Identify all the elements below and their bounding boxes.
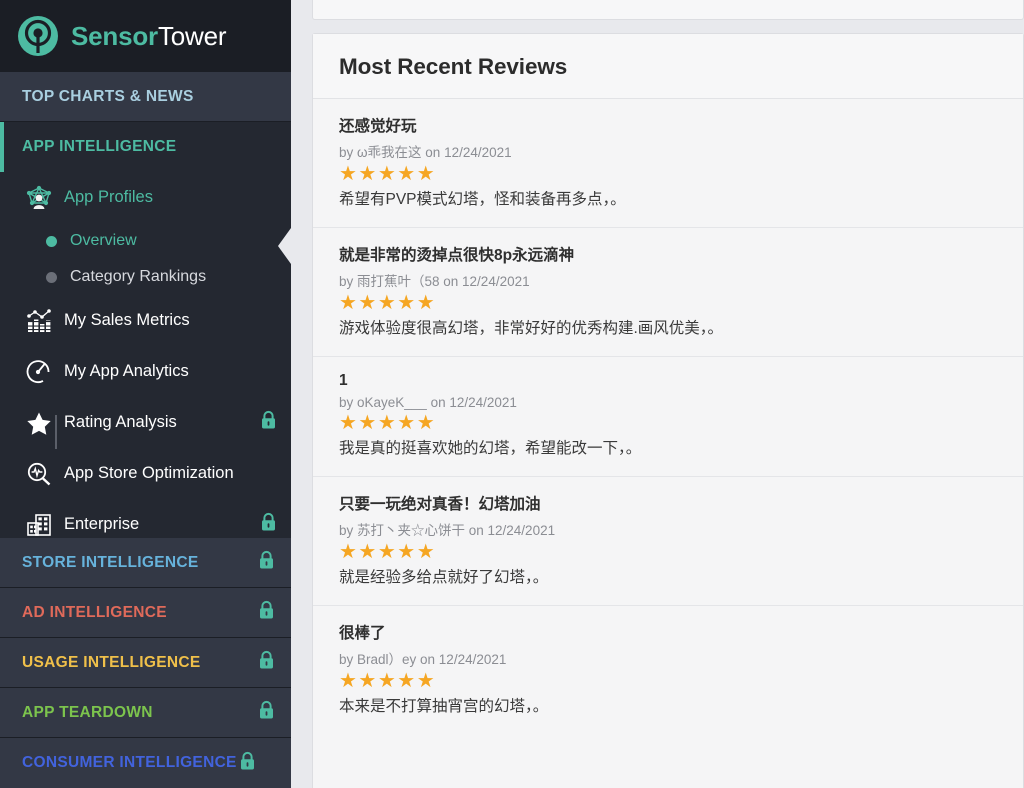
sidebar-item-label: Enterprise <box>64 515 140 533</box>
app-window: SensorTower TOP CHARTS & NEWS APP INTELL… <box>0 0 1024 788</box>
sidebar-section-label: CONSUMER INTELLIGENCE <box>22 754 237 771</box>
review-body: 游戏体验度很高幻塔，非常好好的优秀构建.画风优美，。 <box>339 319 724 337</box>
sidebar-item-category-rankings[interactable]: Category Rankings <box>0 259 291 295</box>
sensor-tower-logo-icon <box>16 14 60 58</box>
review-meta: by ω乖我在这 on 12/24/2021 <box>339 145 512 160</box>
review-body: 本来是不打算抽宵宫的幻塔，。 <box>339 697 549 715</box>
sidebar: SensorTower TOP CHARTS & NEWS APP INTELL… <box>0 0 291 788</box>
network-profile-icon <box>22 183 56 213</box>
sidebar-item-app-store-optimization[interactable]: App Store Optimization <box>0 448 291 499</box>
review-meta: by Bradl）ey on 12/24/2021 <box>339 651 507 667</box>
sidebar-section-label: USAGE INTELLIGENCE <box>22 653 201 671</box>
review-title: 很棒了 <box>339 624 386 642</box>
review-title: 还感觉好玩 <box>339 118 417 135</box>
review-item: 就是非常的烫掉点很快8p永远滴神 by 雨打蕉叶（58 on 12/24/2021… <box>313 227 1023 357</box>
sidebar-section-app-teardown[interactable]: APP TEARDOWN <box>0 688 291 738</box>
sidebar-item-my-sales-metrics[interactable]: My Sales Metrics <box>0 295 291 346</box>
review-meta: by oKayeK___ on 12/24/2021 <box>339 394 517 410</box>
sidebar-section-label: TOP CHARTS & NEWS <box>22 87 194 105</box>
lock-icon <box>239 751 256 776</box>
bullet-dot-icon <box>46 235 57 247</box>
lock-icon <box>258 700 275 725</box>
review-meta: by 苏打丶夹☆心饼干 on 12/24/2021 <box>339 522 556 538</box>
sidebar-section-label: STORE INTELLIGENCE <box>22 553 199 571</box>
speedometer-icon <box>22 357 56 387</box>
sidebar-item-label: Rating Analysis <box>64 413 177 431</box>
sidebar-item-label: Overview <box>70 232 137 249</box>
sidebar-section-app-intelligence[interactable]: APP INTELLIGENCE <box>0 122 291 172</box>
star-icon <box>22 408 56 438</box>
review-title: 就是非常的烫掉点很快8p永远滴神 <box>339 246 575 264</box>
bar-chart-icon <box>22 306 56 336</box>
review-title: 只要一玩绝对真香！幻塔加油 <box>339 495 541 513</box>
sidebar-item-rating-analysis[interactable]: Rating Analysis <box>0 397 291 448</box>
lock-icon <box>258 600 275 625</box>
bullet-dot-icon <box>46 271 57 283</box>
sidebar-item-label: App Store Optimization <box>64 464 234 482</box>
sidebar-section-label: APP TEARDOWN <box>22 703 153 721</box>
brand-name-bold: Sensor <box>71 20 158 51</box>
sidebar-item-label: My Sales Metrics <box>64 311 190 329</box>
sidebar-bottom-sections: STORE INTELLIGENCE AD INTELLIGENCE USAGE… <box>0 538 291 788</box>
review-body: 希望有PVP模式幻塔，怪和装备再多点，。 <box>339 191 626 208</box>
sidebar-subnav: App Profiles Overview Category Rankings <box>0 172 291 556</box>
most-recent-reviews-panel: Most Recent Reviews 还感觉好玩 by ω乖我在这 on 12/… <box>312 33 1024 788</box>
lock-icon <box>258 650 275 675</box>
lock-icon <box>260 410 277 435</box>
sidebar-section-top-charts-news[interactable]: TOP CHARTS & NEWS <box>0 72 291 122</box>
review-rating-stars: ★★★★★ <box>339 163 437 185</box>
review-item: 还感觉好玩 by ω乖我在这 on 12/24/2021 ★★★★★ 希望有PVP模式… <box>313 99 1023 228</box>
sidebar-section-consumer-intelligence[interactable]: CONSUMER INTELLIGENCE <box>0 738 291 788</box>
lock-icon <box>258 550 275 575</box>
review-meta: by 雨打蕉叶（58 on 12/24/2021 <box>339 273 530 289</box>
review-item: 只要一玩绝对真香！幻塔加油 by 苏打丶夹☆心饼干 on 12/24/2021 ★★… <box>313 476 1023 606</box>
sidebar-item-app-profiles[interactable]: App Profiles <box>0 172 291 223</box>
review-item: 很棒了 by Bradl）ey on 12/24/2021 ★★★★★ 本来是不打算抽… <box>313 605 1023 734</box>
sidebar-section-store-intelligence[interactable]: STORE INTELLIGENCE <box>0 538 291 588</box>
previous-panel-bottom-edge <box>312 0 1024 20</box>
panel-header: Most Recent Reviews <box>313 34 1023 99</box>
review-item: 1 by oKayeK___ on 12/24/2021 ★★★★★ 我是真的挺喜欢她… <box>313 356 1023 477</box>
review-rating-stars: ★★★★★ <box>339 669 437 692</box>
reviews-list: 还感觉好玩 by ω乖我在这 on 12/24/2021 ★★★★★ 希望有PVP模式… <box>313 99 1023 734</box>
lock-icon <box>260 512 277 537</box>
review-body: 就是经验多给点就好了幻塔，。 <box>339 568 549 586</box>
review-rating-stars: ★★★★★ <box>339 540 437 563</box>
review-rating-stars: ★★★★★ <box>339 411 437 434</box>
brand-name: SensorTower <box>71 20 227 52</box>
sidebar-section-label: AD INTELLIGENCE <box>22 603 167 621</box>
review-title: 1 <box>339 371 348 389</box>
sidebar-item-label: My App Analytics <box>64 362 189 380</box>
sidebar-item-label: App Profiles <box>64 188 153 206</box>
review-body: 我是真的挺喜欢她的幻塔，希望能改一下，。 <box>339 439 642 457</box>
sidebar-section-ad-intelligence[interactable]: AD INTELLIGENCE <box>0 588 291 638</box>
sidebar-section-label: APP INTELLIGENCE <box>22 138 177 155</box>
main-content: Most Recent Reviews 还感觉好玩 by ω乖我在这 on 12/… <box>291 0 1024 788</box>
brand-name-light: Tower <box>157 20 227 51</box>
sidebar-item-label: Category Rankings <box>70 268 207 285</box>
sidebar-section-usage-intelligence[interactable]: USAGE INTELLIGENCE <box>0 638 291 688</box>
magnifier-pulse-icon <box>22 459 56 489</box>
review-rating-stars: ★★★★★ <box>339 291 437 314</box>
page-title: Most Recent Reviews <box>339 54 568 79</box>
building-icon <box>22 510 56 540</box>
sidebar-item-overview[interactable]: Overview <box>0 223 291 259</box>
brand-logo-bar[interactable]: SensorTower <box>0 0 291 72</box>
sidebar-item-my-app-analytics[interactable]: My App Analytics <box>0 346 291 397</box>
